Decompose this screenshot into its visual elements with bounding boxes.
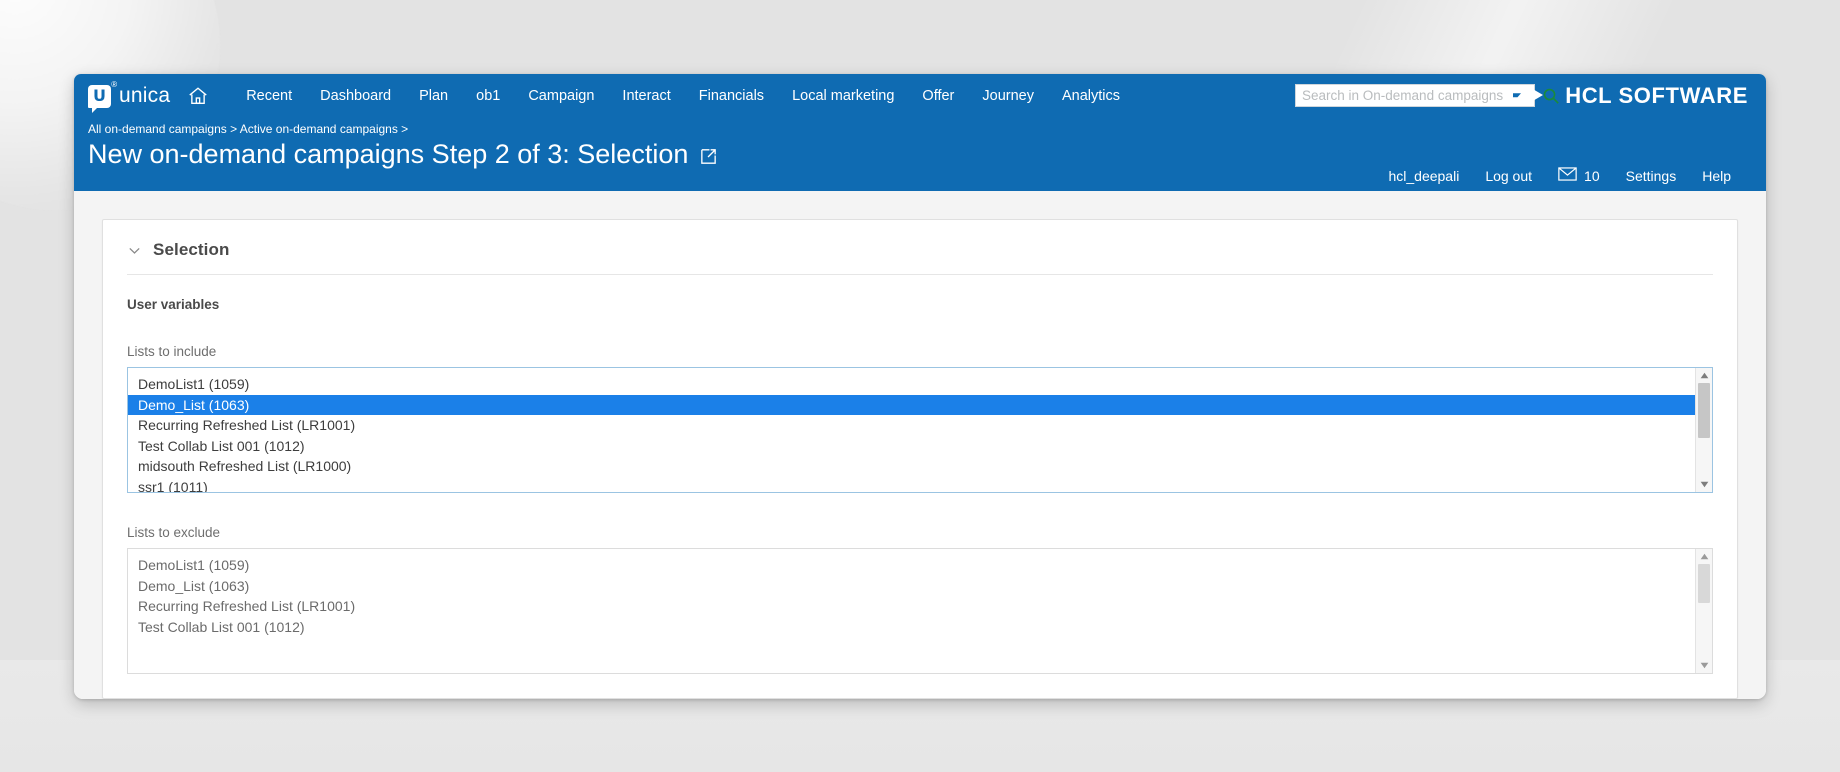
list-item[interactable]: midsouth Refreshed List (LR1000) [128,456,1695,477]
list-item[interactable]: Demo_List (1063) [128,394,1695,415]
nav-item-financials[interactable]: Financials [685,84,778,108]
scroll-down-arrow-icon[interactable] [1698,479,1711,490]
scroll-up-arrow-icon[interactable] [1698,370,1711,381]
unica-brand[interactable]: U ® unica [88,80,171,113]
lists-to-exclude-listbox[interactable]: DemoList1 (1059) Demo_List (1063) Recurr… [127,548,1713,674]
unica-logo-icon: U ® [88,80,117,113]
help-link[interactable]: Help [1689,166,1744,186]
logout-link[interactable]: Log out [1472,166,1545,186]
scrollbar-track[interactable] [1696,562,1712,660]
mail-count: 10 [1584,167,1600,184]
nav-item-offer[interactable]: Offer [908,84,968,108]
list-item[interactable]: Test Collab List 001 (1012) [128,617,1695,638]
main-nav-links: Recent Dashboard Plan ob1 Campaign Inter… [232,84,1134,108]
nav-item-interact[interactable]: Interact [608,84,684,108]
list-item[interactable]: Test Collab List 001 (1012) [128,436,1695,457]
scroll-down-arrow-icon[interactable] [1698,660,1711,671]
settings-link[interactable]: Settings [1613,166,1690,186]
hcl-arrow-icon [1513,88,1544,102]
scrollbar-thumb[interactable] [1698,383,1710,438]
scroll-up-arrow-icon[interactable] [1698,551,1711,562]
selection-card: Selection User variables Lists to includ… [102,219,1738,699]
registered-mark: ® [111,79,117,89]
external-link-icon[interactable] [699,147,718,166]
user-variables-heading: User variables [127,297,220,312]
hcl-software-logo: HCL SOFTWARE [1511,74,1766,118]
lists-to-include-options: DemoList1 (1059) Demo_List (1063) Recurr… [128,368,1695,492]
lists-to-exclude-scrollbar[interactable] [1695,549,1712,673]
chevron-down-icon[interactable] [127,243,142,258]
page-header: All on-demand campaigns > Active on-dema… [74,118,1766,191]
nav-item-journey[interactable]: Journey [968,84,1048,108]
application-window: U ® unica Recent Dashboard Plan ob1 Camp… [74,74,1766,699]
list-item[interactable]: Demo_List (1063) [128,576,1695,597]
list-item[interactable]: Recurring Refreshed List (LR1001) [128,596,1695,617]
search-input[interactable] [1295,84,1535,107]
unica-logo-letter: U [93,86,106,105]
nav-item-analytics[interactable]: Analytics [1048,84,1134,108]
content-area: Selection User variables Lists to includ… [74,191,1766,699]
lists-to-include-label: Lists to include [127,344,217,359]
mail-notifications[interactable]: 10 [1545,165,1613,186]
envelope-icon [1558,167,1577,184]
nav-item-campaign[interactable]: Campaign [514,84,608,108]
scrollbar-track[interactable] [1696,381,1712,479]
breadcrumb[interactable]: All on-demand campaigns > Active on-dema… [74,122,1766,136]
unica-brand-name: unica [119,84,171,107]
nav-item-plan[interactable]: Plan [405,84,462,108]
nav-item-recent[interactable]: Recent [232,84,306,108]
hcl-software-wordmark: HCL SOFTWARE [1565,83,1748,108]
top-navigation-bar: U ® unica Recent Dashboard Plan ob1 Camp… [74,74,1766,118]
scrollbar-thumb[interactable] [1698,564,1710,604]
list-item[interactable]: ssr1 (1011) [128,477,1695,493]
lists-to-exclude-label: Lists to exclude [127,525,221,540]
nav-item-ob1[interactable]: ob1 [462,84,514,108]
list-item[interactable]: DemoList1 (1059) [128,555,1695,576]
selection-section-header: Selection [127,240,1713,275]
lists-to-include-scrollbar[interactable] [1695,368,1712,492]
section-title: Selection [153,240,230,259]
nav-item-local-marketing[interactable]: Local marketing [778,84,908,108]
home-icon[interactable] [186,84,210,108]
current-user-label: hcl_deepali [1388,167,1460,184]
page-title: New on-demand campaigns Step 2 of 3: Sel… [88,139,689,169]
list-item[interactable]: Recurring Refreshed List (LR1001) [128,415,1695,436]
lists-to-include-listbox[interactable]: DemoList1 (1059) Demo_List (1063) Recurr… [127,367,1713,493]
lists-to-exclude-options: DemoList1 (1059) Demo_List (1063) Recurr… [128,549,1695,673]
list-item[interactable]: DemoList1 (1059) [128,374,1695,395]
nav-item-dashboard[interactable]: Dashboard [306,84,405,108]
user-controls: hcl_deepali Log out 10 Settings Help [1375,165,1744,186]
